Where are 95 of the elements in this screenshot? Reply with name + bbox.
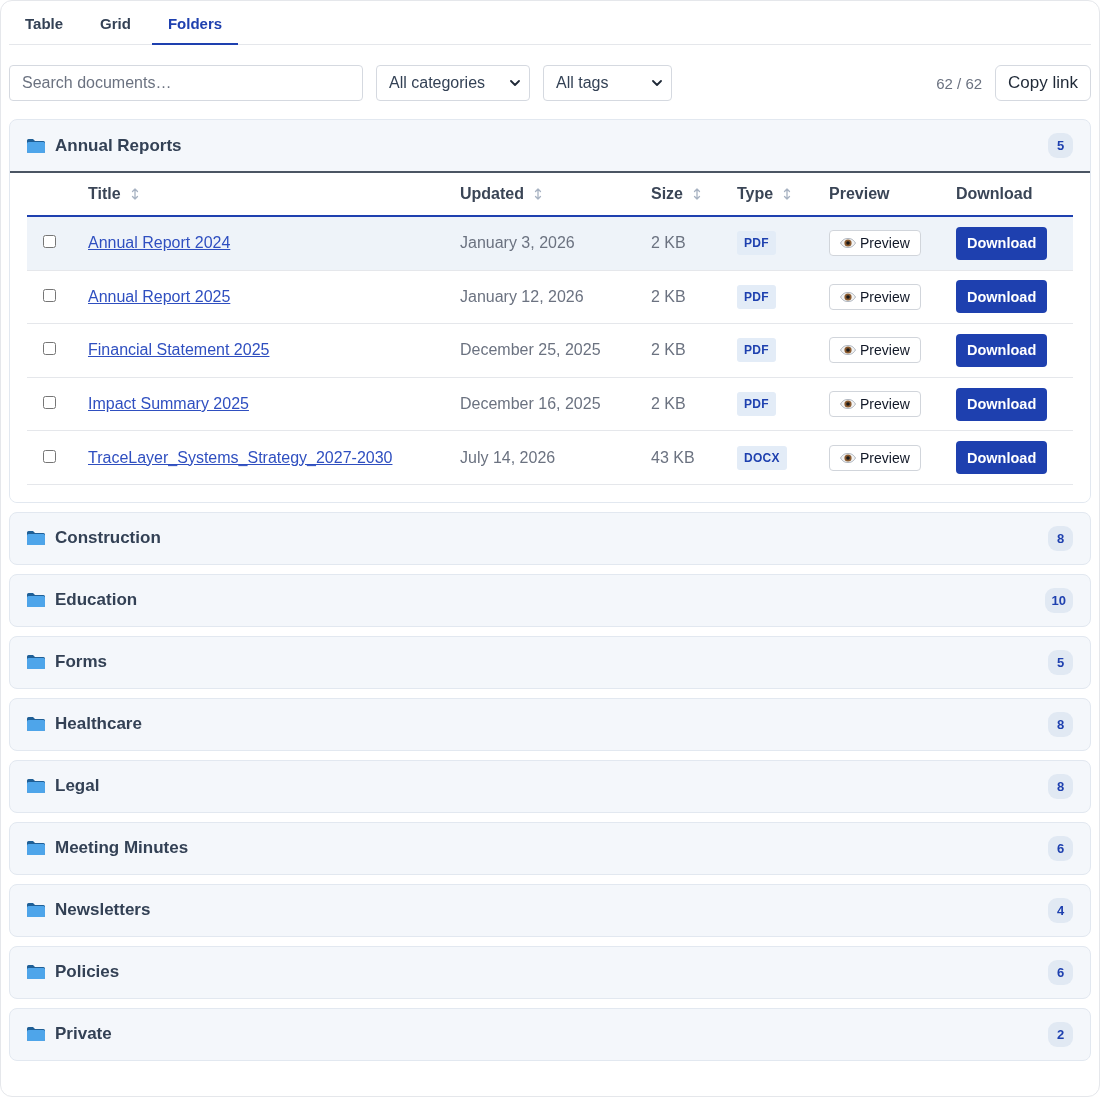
folder-name: Meeting Minutes — [55, 838, 189, 859]
folder-icon — [27, 1027, 45, 1042]
folder-header[interactable]: Forms 5 — [10, 636, 1090, 688]
folder-name: Legal — [55, 776, 100, 797]
count-badge: 8 — [1048, 711, 1073, 737]
download-button[interactable]: Download — [956, 387, 1048, 421]
eye-icon — [840, 452, 856, 463]
count-badge: 6 — [1048, 959, 1073, 985]
filter-select[interactable]: All categories — [376, 65, 530, 101]
file-size: 2 KB — [651, 395, 686, 414]
document-link[interactable]: TraceLayer_Systems_Strategy_2027-2030 — [88, 448, 393, 467]
folder-name: Forms — [55, 652, 107, 673]
count-badge: 8 — [1048, 525, 1073, 551]
folder-header[interactable]: Legal 8 — [10, 760, 1090, 812]
folder-name: Newsletters — [55, 900, 151, 921]
download-button[interactable]: Download — [956, 280, 1048, 314]
document-link[interactable]: Annual Report 2025 — [88, 287, 231, 306]
folder-header[interactable]: Healthcare 8 — [10, 698, 1090, 750]
count-badge: 6 — [1048, 835, 1073, 861]
count-badge: 4 — [1048, 897, 1073, 923]
preview-button[interactable]: Preview — [829, 283, 921, 310]
updated-date: December 16, 2025 — [460, 395, 601, 414]
file-type-badge: PDF — [737, 231, 776, 256]
download-button[interactable]: Download — [956, 226, 1048, 260]
folder-header[interactable]: Construction 8 — [10, 512, 1090, 564]
folder-header[interactable]: Private 2 — [10, 1008, 1090, 1060]
eye-icon — [840, 399, 856, 410]
row-checkbox[interactable] — [43, 342, 56, 356]
file-type-badge: DOCX — [737, 445, 787, 470]
copy-link-button[interactable]: Copy link — [995, 65, 1091, 101]
file-type-badge: PDF — [737, 284, 776, 309]
view-tab[interactable]: Table — [9, 1, 80, 45]
folder-name: Private — [55, 1024, 112, 1045]
folder-header[interactable]: Newsletters 4 — [10, 884, 1090, 936]
eye-icon — [840, 345, 856, 356]
folder-icon — [27, 717, 45, 732]
folder-icon — [27, 841, 45, 856]
count-badge: 8 — [1048, 773, 1073, 799]
eye-icon — [840, 238, 856, 249]
download-button[interactable]: Download — [956, 334, 1048, 367]
file-size: 2 KB — [651, 341, 686, 360]
preview-button[interactable]: Preview — [829, 230, 921, 257]
file-type-badge: PDF — [737, 338, 776, 363]
row-checkbox[interactable] — [43, 288, 56, 302]
document-link[interactable]: Annual Report 2024 — [88, 234, 231, 253]
folder-icon — [27, 655, 45, 670]
column-header[interactable]: Updated — [460, 185, 524, 203]
column-header[interactable]: Type — [737, 185, 774, 203]
row-checkbox[interactable] — [43, 235, 56, 249]
file-size: 2 KB — [651, 234, 686, 253]
chevron-down-icon — [510, 80, 520, 86]
file-type-badge: PDF — [737, 392, 776, 417]
folder-name: Construction — [55, 528, 161, 549]
preview-button[interactable]: Preview — [829, 337, 921, 364]
preview-button[interactable]: Preview — [829, 391, 921, 418]
column-header: Download — [956, 185, 1033, 203]
folder-icon — [27, 138, 45, 153]
filter-select[interactable]: All tags — [543, 65, 672, 101]
folder-name: Policies — [55, 962, 120, 983]
view-tab[interactable]: Folders — [151, 1, 239, 45]
updated-date: December 25, 2025 — [460, 341, 601, 360]
document-link[interactable]: Impact Summary 2025 — [88, 395, 249, 414]
row-checkbox[interactable] — [43, 449, 56, 463]
folder-icon — [27, 965, 45, 980]
file-size: 2 KB — [651, 287, 686, 306]
preview-button[interactable]: Preview — [829, 444, 921, 471]
eye-icon — [840, 291, 856, 302]
column-header[interactable]: Size — [651, 185, 683, 203]
folder-name: Healthcare — [55, 714, 142, 735]
folder-icon — [27, 593, 45, 608]
folder-header[interactable]: Meeting Minutes 6 — [10, 822, 1090, 874]
chevron-down-icon — [652, 80, 662, 86]
view-tab[interactable]: Grid — [84, 1, 147, 45]
folder-header[interactable]: Policies 6 — [10, 946, 1090, 998]
folder-icon — [27, 903, 45, 918]
folder-name: Education — [55, 590, 138, 611]
column-header[interactable]: Title — [88, 185, 121, 203]
count-badge: 10 — [1044, 587, 1073, 613]
result-count: 62 / 62 — [936, 74, 983, 92]
updated-date: January 12, 2026 — [460, 287, 584, 306]
updated-date: January 3, 2026 — [460, 234, 575, 253]
row-checkbox[interactable] — [43, 396, 56, 410]
count-badge: 5 — [1048, 133, 1073, 158]
search-field[interactable]: Search documents… — [9, 65, 363, 101]
count-badge: 2 — [1048, 1021, 1073, 1047]
document-link[interactable]: Financial Statement 2025 — [88, 341, 270, 360]
updated-date: July 14, 2026 — [460, 448, 556, 467]
folder-icon — [27, 779, 45, 794]
column-header: Preview — [829, 185, 890, 203]
folder-icon — [27, 531, 45, 546]
count-badge: 5 — [1048, 649, 1073, 675]
download-button[interactable]: Download — [956, 441, 1048, 475]
file-size: 43 KB — [651, 448, 695, 467]
folder-header[interactable]: Education 10 — [10, 574, 1090, 626]
folder-name: Annual Reports — [55, 135, 182, 156]
